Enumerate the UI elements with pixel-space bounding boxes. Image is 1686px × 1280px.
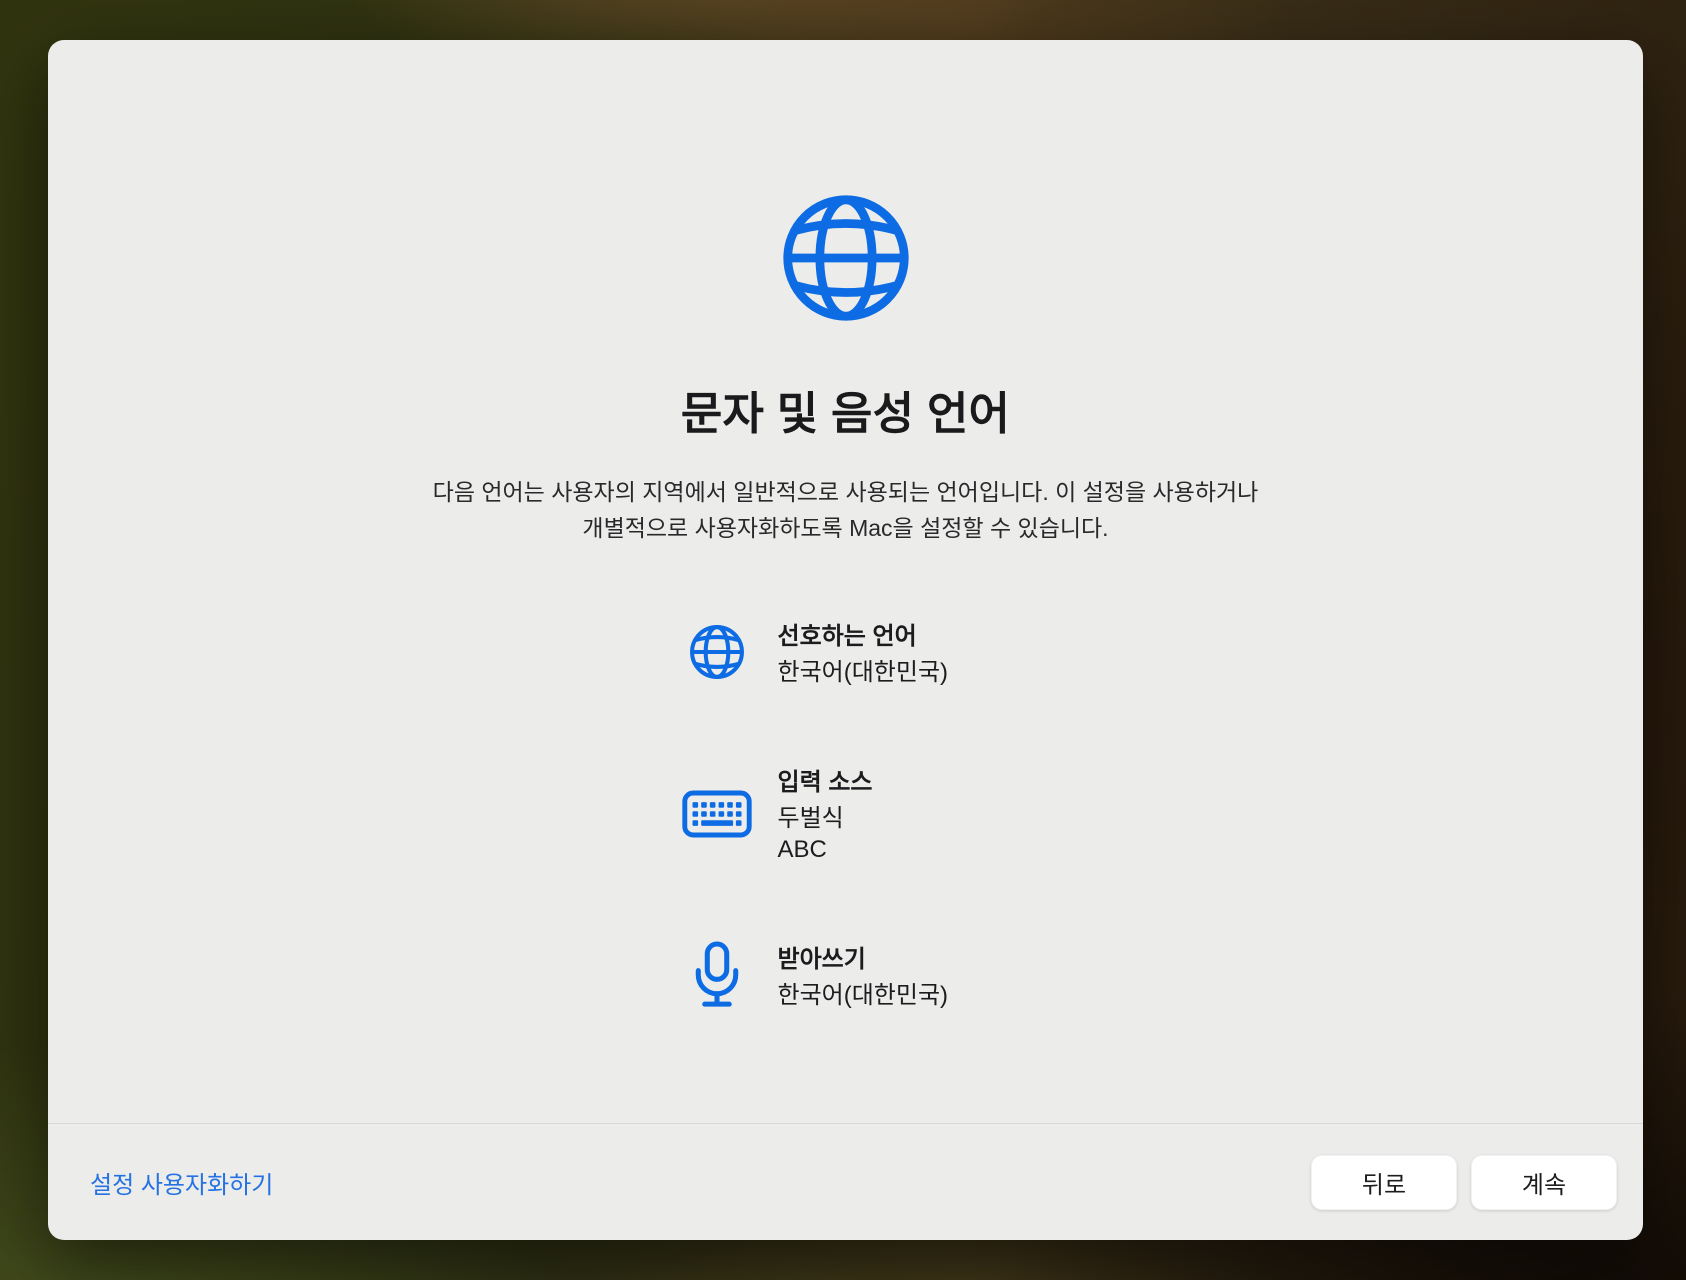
input-source-row: 입력 소스 두벌식 ABC bbox=[681, 762, 1011, 865]
preferred-language-row: 선호하는 언어 한국어(대한민국) bbox=[681, 616, 1011, 688]
dictation-text: 받아쓰기 한국어(대한민국) bbox=[778, 939, 949, 1011]
dictation-value: 한국어(대한민국) bbox=[778, 980, 949, 1011]
customize-settings-link[interactable]: 설정 사용자화하기 bbox=[90, 1165, 273, 1200]
globe-icon bbox=[681, 623, 753, 681]
continue-button[interactable]: 계속 bbox=[1471, 1155, 1617, 1210]
preferred-language-value: 한국어(대한민국) bbox=[778, 657, 949, 688]
description-line-2: 개별적으로 사용자화하도록 Mac을 설정할 수 있습니다. bbox=[582, 515, 1108, 541]
preferred-language-label: 선호하는 언어 bbox=[778, 616, 949, 651]
dialog-footer: 설정 사용자화하기 뒤로 계속 bbox=[48, 1123, 1643, 1240]
language-settings-list: 선호하는 언어 한국어(대한민국) bbox=[681, 616, 1011, 1011]
dictation-label: 받아쓰기 bbox=[778, 939, 949, 974]
back-button[interactable]: 뒤로 bbox=[1311, 1155, 1457, 1210]
keyboard-icon bbox=[681, 790, 753, 838]
page-title: 문자 및 음성 언어 bbox=[681, 377, 1010, 442]
setup-assistant-dialog: 문자 및 음성 언어 다음 언어는 사용자의 지역에서 일반적으로 사용되는 언… bbox=[48, 40, 1643, 1240]
preferred-language-text: 선호하는 언어 한국어(대한민국) bbox=[778, 616, 949, 688]
dialog-content: 문자 및 음성 언어 다음 언어는 사용자의 지역에서 일반적으로 사용되는 언… bbox=[48, 40, 1643, 1123]
dictation-row: 받아쓰기 한국어(대한민국) bbox=[681, 939, 1011, 1011]
microphone-icon bbox=[681, 939, 753, 1011]
globe-hero-icon bbox=[779, 191, 913, 325]
input-source-label: 입력 소스 bbox=[778, 762, 873, 797]
input-source-value-2: ABC bbox=[778, 834, 873, 865]
input-source-value-1: 두벌식 bbox=[778, 803, 873, 834]
page-description: 다음 언어는 사용자의 지역에서 일반적으로 사용되는 언어입니다. 이 설정을… bbox=[433, 474, 1259, 546]
input-source-text: 입력 소스 두벌식 ABC bbox=[778, 762, 873, 865]
footer-buttons: 뒤로 계속 bbox=[1311, 1155, 1617, 1210]
description-line-1: 다음 언어는 사용자의 지역에서 일반적으로 사용되는 언어입니다. 이 설정을… bbox=[433, 479, 1259, 505]
